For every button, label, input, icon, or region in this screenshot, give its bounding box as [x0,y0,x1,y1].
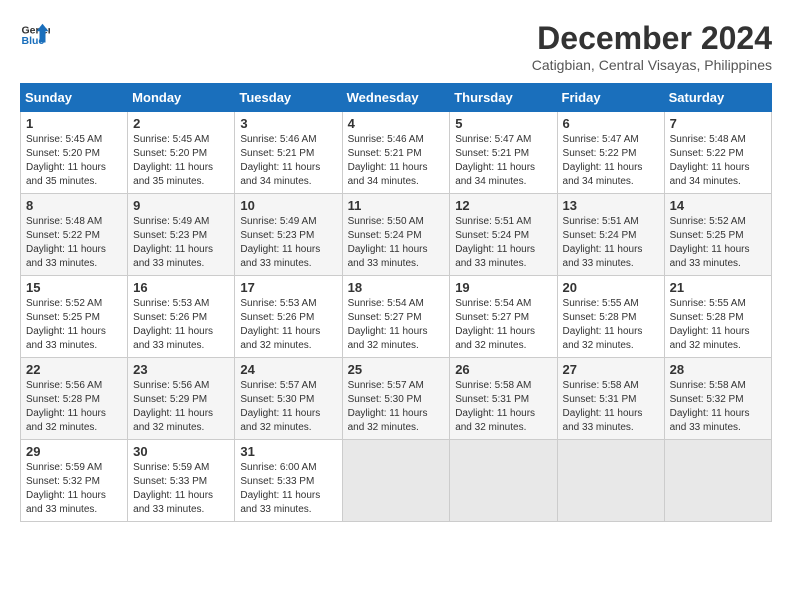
table-row: 8 Sunrise: 5:48 AM Sunset: 5:22 PM Dayli… [21,194,128,276]
header-tuesday: Tuesday [235,84,342,112]
header-friday: Friday [557,84,664,112]
table-row: 29 Sunrise: 5:59 AM Sunset: 5:32 PM Dayl… [21,440,128,522]
logo: General Blue [20,20,50,50]
table-row: 30 Sunrise: 5:59 AM Sunset: 5:33 PM Dayl… [128,440,235,522]
table-row: 1 Sunrise: 5:45 AM Sunset: 5:20 PM Dayli… [21,112,128,194]
table-row: 27 Sunrise: 5:58 AM Sunset: 5:31 PM Dayl… [557,358,664,440]
table-row: 20 Sunrise: 5:55 AM Sunset: 5:28 PM Dayl… [557,276,664,358]
table-row: 12 Sunrise: 5:51 AM Sunset: 5:24 PM Dayl… [450,194,557,276]
table-row: 21 Sunrise: 5:55 AM Sunset: 5:28 PM Dayl… [664,276,771,358]
table-row: 13 Sunrise: 5:51 AM Sunset: 5:24 PM Dayl… [557,194,664,276]
table-row: 14 Sunrise: 5:52 AM Sunset: 5:25 PM Dayl… [664,194,771,276]
calendar-table: Sunday Monday Tuesday Wednesday Thursday… [20,83,772,522]
header-monday: Monday [128,84,235,112]
table-row: 26 Sunrise: 5:58 AM Sunset: 5:31 PM Dayl… [450,358,557,440]
title-block: December 2024 Catigbian, Central Visayas… [532,20,772,73]
table-row: 2 Sunrise: 5:45 AM Sunset: 5:20 PM Dayli… [128,112,235,194]
table-row [342,440,450,522]
table-row: 7 Sunrise: 5:48 AM Sunset: 5:22 PM Dayli… [664,112,771,194]
table-row: 5 Sunrise: 5:47 AM Sunset: 5:21 PM Dayli… [450,112,557,194]
table-row: 10 Sunrise: 5:49 AM Sunset: 5:23 PM Dayl… [235,194,342,276]
table-row: 24 Sunrise: 5:57 AM Sunset: 5:30 PM Dayl… [235,358,342,440]
table-row: 22 Sunrise: 5:56 AM Sunset: 5:28 PM Dayl… [21,358,128,440]
table-row: 11 Sunrise: 5:50 AM Sunset: 5:24 PM Dayl… [342,194,450,276]
table-row: 31 Sunrise: 6:00 AM Sunset: 5:33 PM Dayl… [235,440,342,522]
table-row: 6 Sunrise: 5:47 AM Sunset: 5:22 PM Dayli… [557,112,664,194]
calendar-header-row: Sunday Monday Tuesday Wednesday Thursday… [21,84,772,112]
table-row: 4 Sunrise: 5:46 AM Sunset: 5:21 PM Dayli… [342,112,450,194]
table-row [557,440,664,522]
header-saturday: Saturday [664,84,771,112]
table-row: 18 Sunrise: 5:54 AM Sunset: 5:27 PM Dayl… [342,276,450,358]
location-subtitle: Catigbian, Central Visayas, Philippines [532,57,772,73]
table-row: 25 Sunrise: 5:57 AM Sunset: 5:30 PM Dayl… [342,358,450,440]
table-row: 23 Sunrise: 5:56 AM Sunset: 5:29 PM Dayl… [128,358,235,440]
page-header: General Blue December 2024 Catigbian, Ce… [20,20,772,73]
table-row [450,440,557,522]
table-row [664,440,771,522]
table-row: 9 Sunrise: 5:49 AM Sunset: 5:23 PM Dayli… [128,194,235,276]
logo-icon: General Blue [20,20,50,50]
table-row: 17 Sunrise: 5:53 AM Sunset: 5:26 PM Dayl… [235,276,342,358]
table-row: 19 Sunrise: 5:54 AM Sunset: 5:27 PM Dayl… [450,276,557,358]
table-row: 15 Sunrise: 5:52 AM Sunset: 5:25 PM Dayl… [21,276,128,358]
table-row: 3 Sunrise: 5:46 AM Sunset: 5:21 PM Dayli… [235,112,342,194]
table-row: 16 Sunrise: 5:53 AM Sunset: 5:26 PM Dayl… [128,276,235,358]
month-year-title: December 2024 [532,20,772,57]
header-sunday: Sunday [21,84,128,112]
header-wednesday: Wednesday [342,84,450,112]
header-thursday: Thursday [450,84,557,112]
table-row: 28 Sunrise: 5:58 AM Sunset: 5:32 PM Dayl… [664,358,771,440]
